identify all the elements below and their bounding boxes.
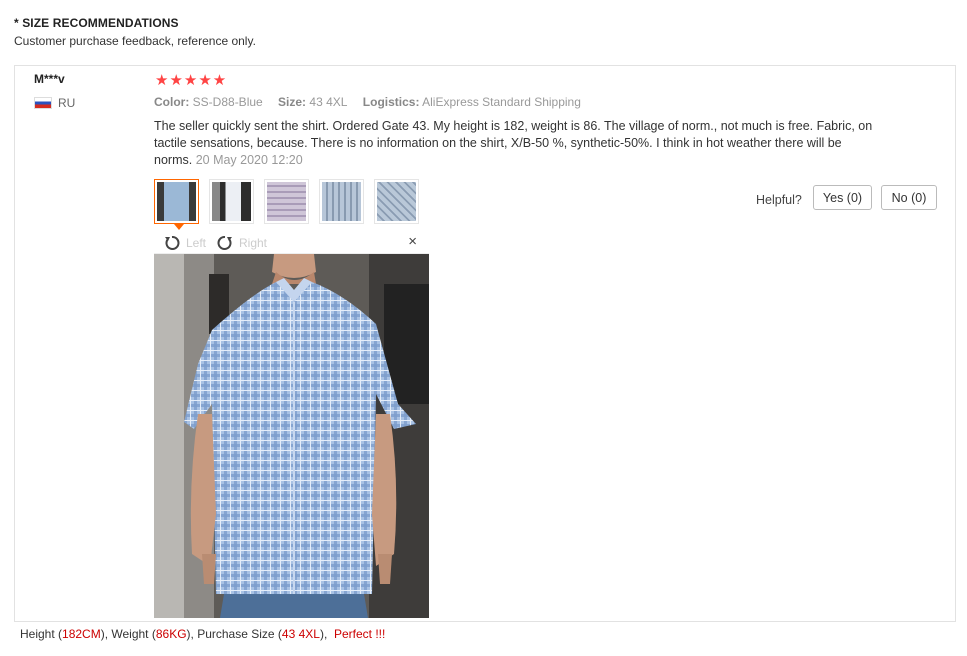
shirt-photo-image: [154, 254, 429, 618]
thumbnail-1[interactable]: [154, 179, 199, 230]
fit-verdict: Perfect !!!: [333, 627, 386, 641]
star-rating: ★★★★★: [155, 72, 228, 89]
fabric-pattern-thumbnail-image: [377, 182, 416, 221]
color-label: Color:: [154, 95, 190, 109]
summary-tail: ),: [319, 627, 328, 641]
size-recommendations-title: * SIZE RECOMMENDATIONS: [14, 16, 179, 30]
helpful-yes-button[interactable]: Yes (0): [813, 185, 872, 210]
russia-flag-icon: [34, 97, 52, 109]
review-text-block: The seller quickly sent the shirt. Order…: [154, 118, 874, 169]
fabric-closeup-thumbnail-image: [322, 182, 361, 221]
thumbnail-3[interactable]: [264, 179, 309, 224]
height-value: 182CM: [62, 627, 101, 641]
shirt-front-thumbnail-image: [157, 182, 196, 221]
rotate-right-button[interactable]: Right: [217, 235, 267, 251]
image-viewer-toolbar: Left Right ×: [154, 233, 429, 254]
size-value: 43 4XL: [309, 95, 348, 109]
rotate-right-icon: [217, 236, 232, 250]
close-viewer-icon[interactable]: ×: [408, 233, 417, 250]
review-thumbnails: [154, 179, 419, 230]
review-date: 20 May 2020 12:20: [195, 153, 303, 167]
thumbnail-2[interactable]: [209, 179, 254, 224]
purchase-size-value: 43 4XL: [281, 627, 320, 641]
reviewer-country: RU: [34, 96, 75, 110]
helpful-no-button[interactable]: No (0): [881, 185, 937, 210]
rotate-left-button[interactable]: Left: [164, 235, 206, 251]
weight-label: ), Weight (: [100, 627, 156, 641]
fabric-label-thumbnail-image: [267, 182, 306, 221]
size-summary: Height (182CM), Weight (86KG), Purchase …: [20, 627, 385, 641]
height-label: Height (: [20, 627, 63, 641]
color-value: SS-D88-Blue: [192, 95, 263, 109]
logistics-value: AliExpress Standard Shipping: [422, 95, 581, 109]
thumbnail-5[interactable]: [374, 179, 419, 224]
reviewer-name: M***v: [34, 72, 65, 86]
active-thumbnail-caret-icon: [174, 224, 184, 230]
purchase-size-label: ), Purchase Size (: [186, 627, 282, 641]
rotate-left-label: Left: [186, 236, 207, 250]
country-code: RU: [58, 96, 76, 110]
thumbnail-4[interactable]: [319, 179, 364, 224]
size-label: Size:: [278, 95, 307, 109]
review-card: M***v RU ★★★★★ Color: SS-D88-Blue Size: …: [14, 65, 956, 622]
order-attributes: Color: SS-D88-Blue Size: 43 4XL Logistic…: [154, 95, 581, 109]
weight-value: 86KG: [155, 627, 187, 641]
helpful-label: Helpful?: [756, 193, 802, 207]
enlarged-review-photo: [154, 254, 429, 618]
rotate-left-icon: [165, 236, 180, 250]
shirt-back-thumbnail-image: [212, 182, 251, 221]
rotate-right-label: Right: [239, 236, 268, 250]
size-recommendations-subtitle: Customer purchase feedback, reference on…: [14, 34, 256, 48]
logistics-label: Logistics:: [362, 95, 420, 109]
